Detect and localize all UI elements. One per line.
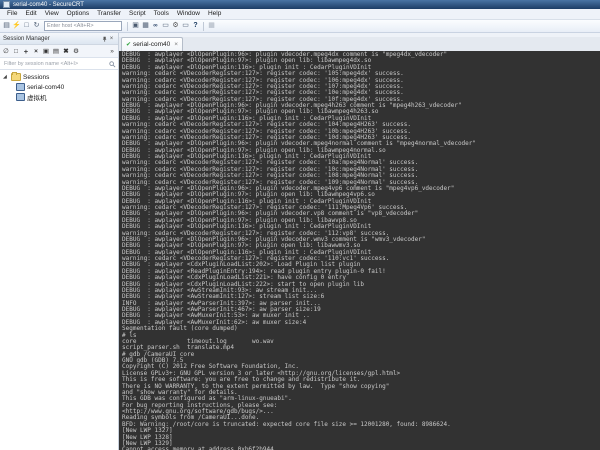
menu-item[interactable]: Window bbox=[173, 9, 204, 19]
paste-icon[interactable]: ▦ bbox=[141, 21, 150, 31]
session-manager-header: Session Manager × bbox=[0, 33, 118, 45]
tabbar: ✔ serial-com40 × bbox=[119, 37, 600, 51]
menu-item[interactable]: Transfer bbox=[93, 9, 125, 19]
session-tree-item[interactable]: 虚拟机 bbox=[0, 92, 118, 102]
tab-label: serial-com40 bbox=[133, 41, 171, 48]
print-icon[interactable]: ▭ bbox=[161, 21, 170, 31]
toolbar-left-group: ▤ ⚡ □ ↻ bbox=[2, 21, 41, 31]
session-monitor-icon bbox=[16, 83, 25, 91]
folder-icon bbox=[11, 72, 21, 81]
toolbar-separator bbox=[203, 21, 204, 31]
options-icon[interactable]: ⚙ bbox=[171, 21, 180, 31]
quick-connect-icon[interactable]: ⚡ bbox=[12, 21, 21, 31]
session-tree-items: serial-com40 虚拟机 bbox=[0, 82, 118, 102]
trace-options-icon[interactable]: ▦ bbox=[207, 21, 216, 31]
toolbar-separator bbox=[127, 21, 128, 31]
filter-row bbox=[0, 58, 118, 70]
connected-check-icon: ✔ bbox=[126, 41, 132, 48]
print-setup-icon[interactable]: ▭ bbox=[181, 21, 190, 31]
session-tree-item[interactable]: serial-com40 bbox=[0, 82, 118, 92]
toolbar-end-group: ▦ bbox=[207, 21, 216, 31]
toolbar-right-group: ▣ ▦ ∞ ▭ ⚙ ▭? bbox=[131, 21, 200, 31]
copy-icon[interactable]: ▣ bbox=[131, 21, 140, 31]
menu-item[interactable]: Tools bbox=[150, 9, 173, 19]
menu-item[interactable]: Options bbox=[63, 9, 93, 19]
session-tree: ◢ Sessions serial-com40 虚拟机 bbox=[0, 70, 118, 450]
tab-serial-com40[interactable]: ✔ serial-com40 × bbox=[121, 37, 184, 51]
session-manager-toolbar: ∅ □ + × ▣ ▤ ✖ ⚙» bbox=[0, 45, 118, 58]
connect-in-tab-icon[interactable]: □ bbox=[22, 21, 31, 31]
session-monitor-icon bbox=[16, 93, 25, 101]
main-area: Session Manager × ∅□+×▣▤✖⚙» ◢ Sessi bbox=[0, 33, 600, 450]
menu-item[interactable]: Help bbox=[204, 9, 225, 19]
sessions-root-label: Sessions bbox=[23, 73, 50, 81]
tab-close-icon[interactable]: × bbox=[172, 41, 178, 48]
menu-item[interactable]: Script bbox=[125, 9, 150, 19]
expander-icon[interactable]: ◢ bbox=[3, 72, 9, 82]
connect-icon[interactable]: ▤ bbox=[2, 21, 11, 31]
session-options-icon[interactable]: ⚙ bbox=[72, 46, 80, 56]
close-panel-icon[interactable]: × bbox=[108, 35, 115, 42]
titlebar: serial-com40 - SecureCRT bbox=[0, 0, 600, 9]
find-icon[interactable]: ∞ bbox=[151, 21, 160, 31]
session-manager-panel: Session Manager × ∅□+×▣▤✖⚙» ◢ Sessi bbox=[0, 33, 119, 450]
terminal[interactable]: DEBUG : awplayer <DlOpenPlugin:96>: plug… bbox=[119, 51, 600, 450]
paste-session-icon[interactable]: ▤ bbox=[52, 46, 60, 56]
delete-session-icon[interactable]: × bbox=[32, 46, 40, 56]
securecrt-window: serial-com40 - SecureCRT File Edit View Opt… bbox=[0, 0, 600, 450]
session-manager-title: Session Manager bbox=[3, 35, 50, 42]
sessions-root-node[interactable]: ◢ Sessions bbox=[0, 72, 118, 82]
session-filter-input[interactable] bbox=[2, 58, 108, 69]
copy-session-icon[interactable]: ▣ bbox=[42, 46, 50, 56]
terminal-column: ✔ serial-com40 × DEBUG : awplayer <DlOpe… bbox=[119, 33, 600, 450]
menu-item[interactable]: Edit bbox=[21, 9, 40, 19]
app-icon bbox=[3, 1, 10, 8]
window-title: serial-com40 - SecureCRT bbox=[13, 1, 84, 8]
main-toolbar: ▤⚡□↻ ▣▦∞▭⚙▭? ▦ bbox=[0, 20, 600, 33]
host-input[interactable] bbox=[44, 21, 122, 31]
remove-icon[interactable]: ✖ bbox=[62, 46, 70, 56]
session-properties-icon[interactable]: □ bbox=[12, 46, 20, 56]
menu-item[interactable]: File bbox=[3, 9, 21, 19]
menubar: File Edit View Options Transfer Script Tools Wi… bbox=[0, 9, 600, 20]
pin-icon[interactable] bbox=[101, 35, 108, 42]
menu-item[interactable]: View bbox=[41, 9, 63, 19]
help-icon[interactable]: ? bbox=[191, 21, 200, 31]
reconnect-icon[interactable]: ↻ bbox=[32, 21, 41, 31]
connect-session-icon[interactable]: ∅ bbox=[2, 46, 10, 56]
new-session-icon[interactable]: + bbox=[22, 46, 30, 56]
